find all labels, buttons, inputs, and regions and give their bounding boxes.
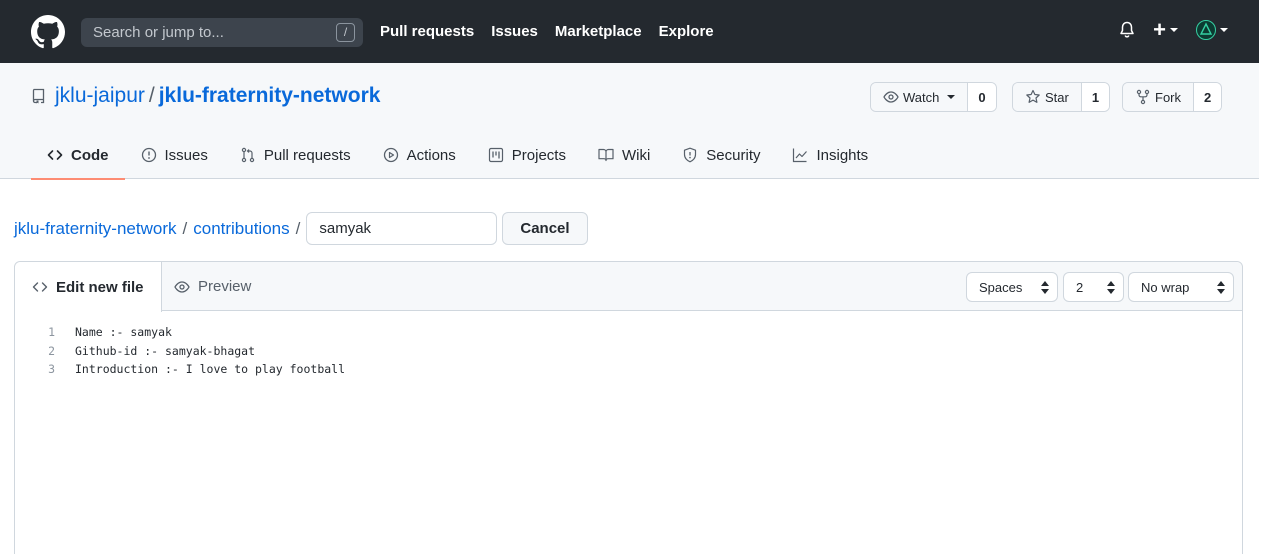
plus-icon: + xyxy=(1153,17,1166,42)
watch-label: Watch xyxy=(903,89,940,105)
star-count[interactable]: 1 xyxy=(1081,83,1110,111)
repo-name-link[interactable]: jklu-fraternity-network xyxy=(159,84,381,108)
code-line: 3 Introduction :- I love to play footbal… xyxy=(15,360,1242,379)
repo-owner-link[interactable]: jklu-jaipur xyxy=(55,84,145,108)
line-content[interactable]: Name :- samyak xyxy=(75,325,172,339)
nav-pull-requests[interactable]: Pull requests xyxy=(380,23,474,40)
tab-label: Actions xyxy=(406,146,456,164)
issue-icon xyxy=(141,147,156,163)
select-arrows-icon xyxy=(1041,281,1049,294)
line-number: 2 xyxy=(48,343,55,358)
code-line: 2 Github-id :- samyak-bhagat xyxy=(15,342,1242,361)
project-icon xyxy=(488,147,503,163)
nav-marketplace[interactable]: Marketplace xyxy=(555,23,642,40)
chevron-down-icon xyxy=(1170,28,1178,32)
code-line: 1 Name :- samyak xyxy=(15,323,1242,342)
filename-input[interactable]: samyak xyxy=(306,212,498,245)
tab-wiki[interactable]: Wiki xyxy=(582,131,666,179)
preview-tab-label: Preview xyxy=(198,278,252,295)
line-number: 1 xyxy=(48,325,55,340)
editor-toolbar: Edit new file Preview Spaces 2 No wrap xyxy=(15,262,1242,312)
breadcrumb: jklu-fraternity-network / contributions … xyxy=(14,212,588,245)
line-number: 3 xyxy=(48,362,55,377)
tab-label: Pull requests xyxy=(263,146,351,164)
tab-label: Code xyxy=(71,146,109,164)
watch-button[interactable]: Watch xyxy=(871,83,969,111)
eye-icon xyxy=(174,280,190,293)
play-icon xyxy=(383,147,398,163)
select-arrows-icon xyxy=(1217,281,1225,294)
watch-count[interactable]: 0 xyxy=(968,83,996,111)
repo-tabs: Code Issues Pull requests Actions Projec… xyxy=(31,131,884,180)
fork-label: Fork xyxy=(1155,89,1181,105)
eye-icon xyxy=(883,91,899,103)
github-logo-icon[interactable] xyxy=(31,15,65,49)
search-placeholder: Search or jump to... xyxy=(93,24,224,41)
bell-icon[interactable] xyxy=(1119,21,1135,39)
tab-edit-new-file[interactable]: Edit new file xyxy=(15,262,162,312)
tab-projects[interactable]: Projects xyxy=(472,131,582,179)
line-content[interactable]: Github-id :- samyak-bhagat xyxy=(75,344,255,358)
fork-button[interactable]: Fork xyxy=(1123,83,1194,111)
create-new-dropdown[interactable]: + xyxy=(1153,17,1178,42)
star-label: Star xyxy=(1045,89,1069,105)
indent-size-select[interactable]: 2 xyxy=(1063,272,1124,302)
tab-label: Wiki xyxy=(621,146,651,164)
repo-path-separator: / xyxy=(148,84,155,107)
cancel-button[interactable]: Cancel xyxy=(502,212,588,245)
file-editor: Edit new file Preview Spaces 2 No wrap 1… xyxy=(14,261,1243,554)
tab-code[interactable]: Code xyxy=(31,131,125,180)
star-icon xyxy=(1026,89,1040,103)
repo-header: jklu-jaipur / jklu-fraternity-network Wa… xyxy=(0,63,1259,180)
breadcrumb-separator: / xyxy=(182,218,188,238)
wrap-mode-value: No wrap xyxy=(1141,279,1190,295)
code-icon xyxy=(47,150,63,160)
code-icon xyxy=(32,282,48,292)
line-content[interactable]: Introduction :- I love to play football xyxy=(75,362,345,376)
indent-mode-select[interactable]: Spaces xyxy=(966,272,1058,302)
nav-issues[interactable]: Issues xyxy=(491,23,538,40)
breadcrumb-separator: / xyxy=(295,218,301,238)
top-nav: Pull requests Issues Marketplace Explore xyxy=(380,23,731,40)
tab-label: Insights xyxy=(816,146,869,164)
shield-icon xyxy=(684,147,697,163)
chevron-down-icon xyxy=(947,95,956,99)
header-actions: + xyxy=(1119,17,1228,42)
wrap-mode-select[interactable]: No wrap xyxy=(1128,272,1234,302)
search-shortcut-badge: / xyxy=(336,23,355,42)
fork-button-group: Fork 2 xyxy=(1122,82,1223,112)
book-icon xyxy=(598,148,614,162)
tab-preview[interactable]: Preview xyxy=(157,262,268,311)
pull-request-icon xyxy=(241,147,255,163)
tab-label: Projects xyxy=(511,146,566,164)
watch-button-group: Watch 0 xyxy=(870,82,997,112)
repo-title: jklu-jaipur / jklu-fraternity-network xyxy=(31,84,380,108)
edit-tab-label: Edit new file xyxy=(56,278,144,296)
tab-actions[interactable]: Actions xyxy=(367,131,472,179)
tab-issues[interactable]: Issues xyxy=(125,131,224,179)
fork-count[interactable]: 2 xyxy=(1194,83,1222,111)
tab-security[interactable]: Security xyxy=(666,131,776,179)
star-button-group: Star 1 xyxy=(1012,82,1111,112)
indent-mode-value: Spaces xyxy=(979,279,1023,295)
select-arrows-icon xyxy=(1107,281,1115,294)
code-area[interactable]: 1 Name :- samyak 2 Github-id :- samyak-b… xyxy=(15,311,1242,379)
star-button[interactable]: Star xyxy=(1013,83,1082,111)
tab-pull-requests[interactable]: Pull requests xyxy=(224,131,367,179)
breadcrumb-repo-link[interactable]: jklu-fraternity-network xyxy=(14,219,177,239)
tab-label: Issues xyxy=(164,146,208,164)
global-header: Search or jump to... / Pull requests Iss… xyxy=(0,0,1259,63)
avatar xyxy=(1196,20,1216,40)
graph-icon xyxy=(793,148,808,163)
indent-size-value: 2 xyxy=(1076,279,1084,295)
user-menu-dropdown[interactable] xyxy=(1196,20,1228,40)
chevron-down-icon xyxy=(1220,28,1228,32)
breadcrumb-folder-link[interactable]: contributions xyxy=(193,219,289,239)
repo-icon xyxy=(32,88,45,104)
search-input[interactable]: Search or jump to... / xyxy=(81,18,363,47)
tab-label: Security xyxy=(706,146,761,164)
nav-explore[interactable]: Explore xyxy=(659,23,714,40)
fork-icon xyxy=(1136,89,1150,105)
tab-insights[interactable]: Insights xyxy=(776,131,884,179)
